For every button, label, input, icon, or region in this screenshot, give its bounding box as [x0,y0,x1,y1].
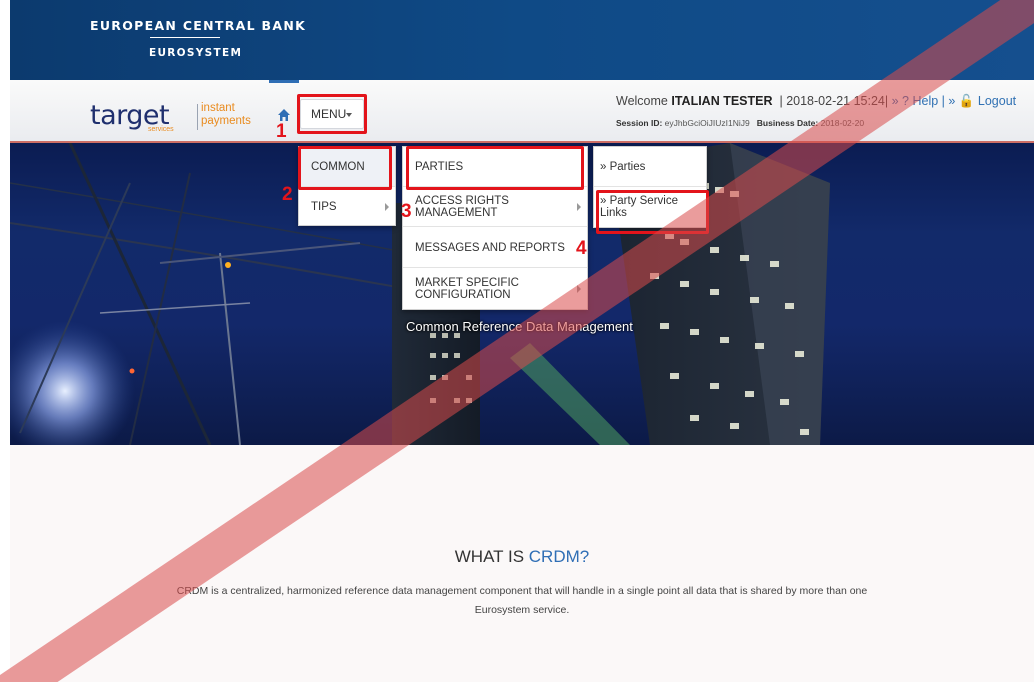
bank-name: EUROPEAN CENTRAL BANK [90,18,307,33]
ecb-header: EUROPEAN CENTRAL BANK EUROSYSTEM [10,0,1034,80]
annotation-box-common [298,146,392,190]
chevron-right-icon [577,203,581,211]
bank-subtitle: EUROSYSTEM [149,47,243,59]
logo-services-label: services [148,126,174,133]
hero-title: Common Reference Data Management [406,319,633,334]
menu-item-tips[interactable]: TIPS [299,187,395,227]
section-title-accent: CRDM? [528,547,590,566]
user-name: ITALIAN TESTER [671,94,773,108]
annotation-number-3: 3 [401,201,412,222]
home-icon[interactable] [277,108,291,122]
nav-separator: | » [941,94,956,108]
chevron-right-icon [385,203,389,211]
user-info: Welcome ITALIAN TESTER | 2018-02-21 15:2… [616,94,1016,109]
chevron-right-icon [577,285,581,293]
business-date-value: 2018-02-20 [820,118,865,128]
annotation-box-parties [406,146,584,190]
menu-item-label: » Parties [600,160,646,173]
logo-product-line2: payments [201,115,251,127]
annotation-number-2: 2 [282,184,293,205]
session-datetime: | 2018-02-21 15:24| [779,94,889,108]
menu-item-label: ACCESS RIGHTS MANAGEMENT [415,194,509,219]
logo-product-label: instant payments [201,102,261,128]
annotation-number-1: 1 [276,121,287,142]
logo-divider [197,104,198,130]
section-title-prefix: WHAT IS [454,547,525,566]
session-info: Session ID: eyJhbGciOiJIUzI1NiJ9 Busines… [616,118,864,128]
menu-item-messages-and-reports[interactable]: MESSAGES AND REPORTS [403,228,587,268]
session-id-value: eyJhbGciOiJIUzI1NiJ9 [664,118,750,128]
logo-product-line1: instant [201,102,235,114]
menu-item-market-specific-configuration[interactable]: MARKET SPECIFIC CONFIGURATION [403,269,587,309]
header-divider [150,37,220,38]
menu-item-label: MESSAGES AND REPORTS [415,241,565,254]
menu-item-label: MARKET SPECIFIC CONFIGURATION [415,277,519,301]
menu-item-access-rights-management[interactable]: ACCESS RIGHTS MANAGEMENT [403,187,587,227]
welcome-label: Welcome [616,94,668,108]
session-id-label: Session ID: [616,118,663,128]
annotation-box-menu [297,94,367,134]
help-link[interactable]: » ? Help [892,94,939,108]
app-frame: EUROPEAN CENTRAL BANK EUROSYSTEM target … [10,0,1034,682]
business-date-label: Business Date: [756,118,819,128]
annotation-number-4: 4 [576,238,587,259]
home-tab-indicator [269,80,299,83]
main-content: WHAT IS CRDM? CRDM is a centralized, har… [10,445,1034,682]
logout-link[interactable]: Logout [978,94,1016,108]
menu-item-label: TIPS [311,201,337,213]
annotation-box-party-service-links [596,190,709,234]
lock-icon: 🔓 [958,94,975,108]
section-description: CRDM is a centralized, harmonized refere… [176,585,868,616]
section-title: WHAT IS CRDM? [10,547,1034,567]
menu-item-parties-link[interactable]: » Parties [594,147,706,187]
